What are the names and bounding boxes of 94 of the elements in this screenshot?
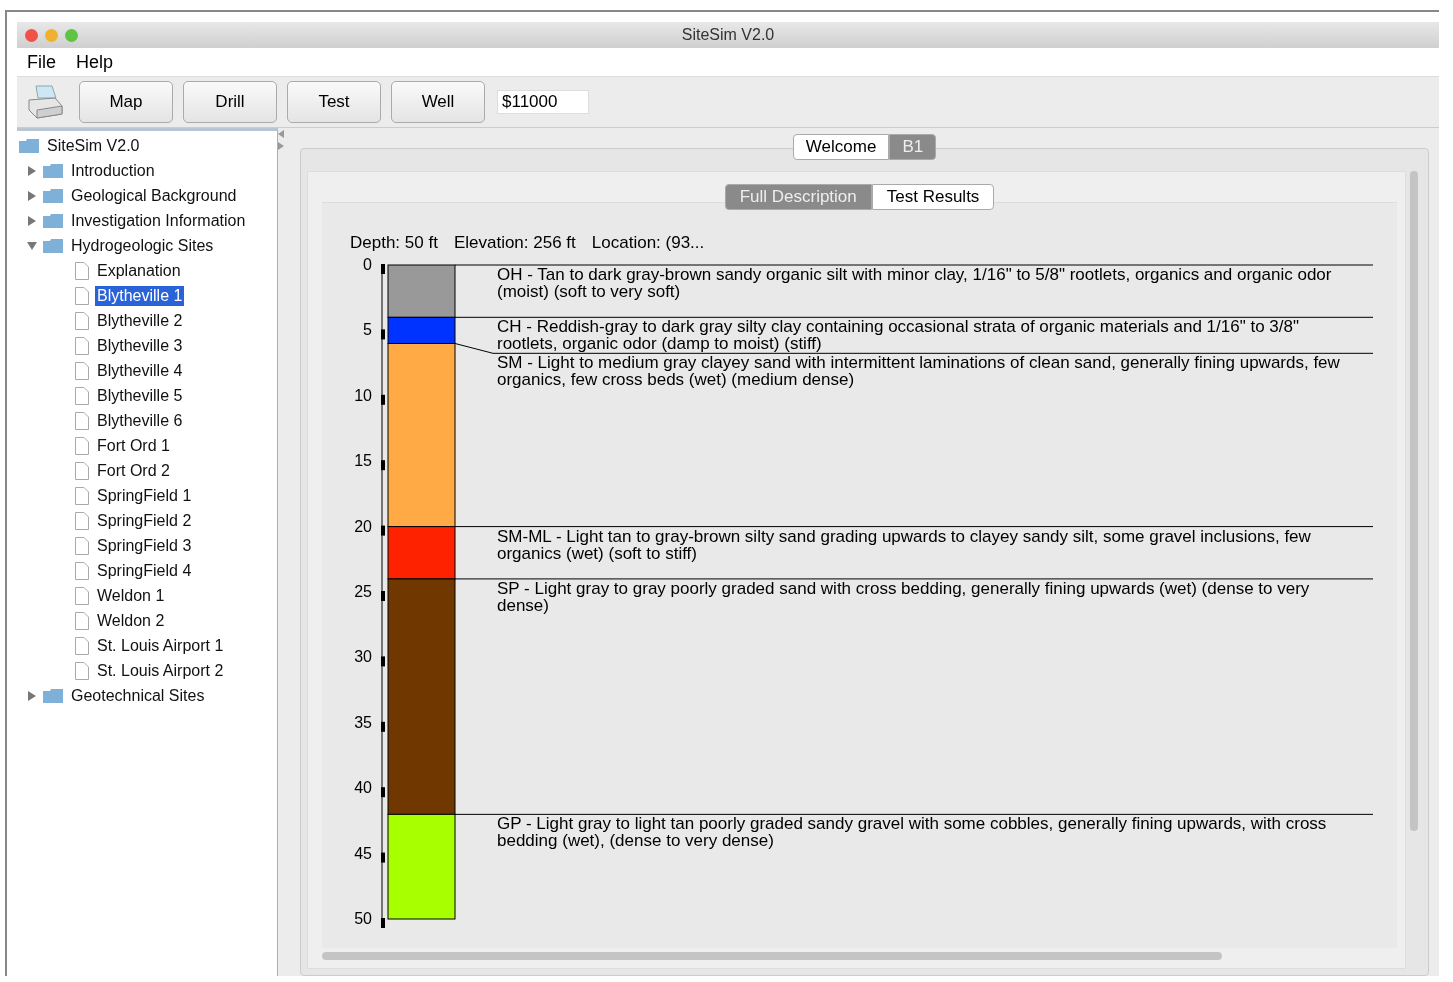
document-icon bbox=[75, 561, 89, 580]
tree-item[interactable]: Investigation Information bbox=[69, 210, 248, 231]
document-icon bbox=[75, 311, 89, 330]
document-icon bbox=[75, 486, 89, 505]
collapsed-arrow-icon[interactable] bbox=[27, 190, 37, 201]
depth-label: 30 bbox=[354, 648, 372, 666]
tree-item[interactable]: Explanation bbox=[95, 260, 183, 281]
close-button[interactable] bbox=[25, 28, 38, 42]
document-icon bbox=[75, 536, 89, 555]
tree-item[interactable]: Weldon 1 bbox=[95, 585, 167, 606]
tree-item[interactable]: Geological Background bbox=[69, 185, 239, 206]
tree-item[interactable]: Weldon 2 bbox=[95, 610, 167, 631]
boring-info: Depth: 50 ft bbox=[350, 233, 438, 253]
tab[interactable]: Test Results bbox=[871, 184, 995, 210]
toolbar-button[interactable]: Well bbox=[391, 81, 485, 123]
document-icon bbox=[75, 386, 89, 405]
tree-item[interactable]: SiteSim V2.0 bbox=[45, 135, 142, 156]
document-icon bbox=[75, 336, 89, 355]
scrollbar-thumb[interactable] bbox=[322, 952, 1222, 960]
menu-item[interactable]: Help bbox=[76, 51, 114, 73]
folder-icon bbox=[43, 688, 63, 703]
toolbar-button[interactable]: Drill bbox=[183, 81, 277, 123]
document-icon bbox=[75, 261, 89, 280]
document-icon bbox=[75, 461, 89, 480]
layer-description: SP - Light gray to gray poorly graded sand with cross bedding, generally fining upwards (wet) (dense to very dense) bbox=[497, 579, 1311, 614]
document-icon bbox=[75, 286, 89, 305]
document-icon bbox=[75, 436, 89, 455]
tree-item[interactable]: St. Louis Airport 2 bbox=[95, 660, 226, 681]
depth-label: 35 bbox=[354, 713, 372, 731]
tree-item[interactable]: Blytheville 1 bbox=[95, 285, 185, 306]
depth-label: 20 bbox=[354, 517, 372, 535]
toolbar-button[interactable]: Map bbox=[79, 81, 173, 123]
folder-icon bbox=[43, 238, 63, 253]
tree-item[interactable]: Blytheville 3 bbox=[95, 335, 185, 356]
tree-item[interactable]: SpringField 3 bbox=[95, 535, 194, 556]
folder-icon bbox=[43, 163, 63, 178]
document-icon bbox=[75, 586, 89, 605]
zoom-button[interactable] bbox=[65, 28, 78, 42]
leader-line bbox=[454, 578, 494, 580]
document-icon bbox=[75, 361, 89, 380]
splitter-arrows-icon[interactable] bbox=[278, 130, 286, 150]
collapsed-arrow-icon[interactable] bbox=[27, 690, 37, 701]
depth-label: 45 bbox=[354, 844, 372, 862]
tree-item[interactable]: Fort Ord 2 bbox=[95, 460, 172, 481]
collapsed-arrow-icon[interactable] bbox=[27, 165, 37, 176]
boring-info: Location: (93... bbox=[591, 233, 705, 253]
tree-item[interactable]: Blytheville 2 bbox=[95, 310, 185, 331]
document-icon bbox=[75, 661, 89, 680]
leader-line bbox=[454, 526, 494, 528]
minimize-button[interactable] bbox=[45, 28, 58, 42]
collapsed-arrow-icon[interactable] bbox=[27, 215, 37, 226]
folder-icon bbox=[19, 138, 39, 153]
depth-label: 15 bbox=[354, 452, 372, 470]
tree-item[interactable]: Fort Ord 1 bbox=[95, 435, 172, 456]
tab[interactable]: Welcome bbox=[792, 134, 890, 160]
folder-icon bbox=[43, 188, 63, 203]
budget-field[interactable]: $11000 bbox=[497, 90, 589, 114]
expanded-arrow-icon[interactable] bbox=[27, 240, 37, 251]
printer-icon[interactable] bbox=[25, 82, 65, 122]
tree-item[interactable]: SpringField 2 bbox=[95, 510, 194, 531]
folder-icon bbox=[43, 213, 63, 228]
depth-label: 0 bbox=[363, 257, 372, 273]
layer-description: SM-ML - Light tan to gray-brown silty sand grading upwards to clayey sandy silt, some gravel inclusions, few organics (wet) (soft to stiff) bbox=[497, 527, 1312, 562]
depth-label: 40 bbox=[354, 779, 372, 797]
scrollbar-thumb[interactable] bbox=[1410, 171, 1418, 831]
leader-line bbox=[454, 813, 494, 815]
document-icon bbox=[75, 611, 89, 630]
tree-item[interactable]: Geotechnical Sites bbox=[69, 685, 207, 706]
tree-item[interactable]: St. Louis Airport 1 bbox=[95, 635, 226, 656]
tree-item[interactable]: SpringField 4 bbox=[95, 560, 194, 581]
window-title: SiteSim V2.0 bbox=[681, 26, 775, 44]
depth-label: 10 bbox=[354, 386, 372, 404]
document-icon bbox=[75, 411, 89, 430]
leader-line bbox=[454, 343, 494, 354]
depth-label: 5 bbox=[363, 321, 372, 339]
layer-description: CH - Reddish-gray to dark gray silty clay containing occasional strata of organic materials and 1/16" to 3/8" rootlets, organic odor (damp to moist) (stiff) bbox=[497, 318, 1301, 353]
depth-label: 25 bbox=[354, 583, 372, 600]
layer-description: GP - Light gray to light tan poorly graded sandy gravel with some cobbles, generally fining upwards, with cross bedding (wet), (dense to very dense) bbox=[497, 815, 1328, 850]
tree-item[interactable]: Blytheville 4 bbox=[95, 360, 185, 381]
layer-description: OH - Tan to dark gray-brown sandy organic silt with minor clay, 1/16" to 5/8" rootlets, organics and organic odor (moist) (soft to very soft) bbox=[497, 266, 1333, 300]
leader-line bbox=[454, 316, 494, 318]
menu-item[interactable]: File bbox=[27, 51, 56, 73]
tree-item[interactable]: Hydrogeologic Sites bbox=[69, 235, 216, 256]
layer-description: SM - Light to medium gray clayey sand with intermittent laminations of clean sand, generally fining upwards, few organics, few cross beds (wet) (medium dense) bbox=[497, 354, 1341, 389]
document-icon bbox=[75, 636, 89, 655]
depth-label: 50 bbox=[354, 910, 372, 927]
tree-item[interactable]: Blytheville 5 bbox=[95, 385, 185, 406]
toolbar-button[interactable]: Test bbox=[287, 81, 381, 123]
tree-item[interactable]: Blytheville 6 bbox=[95, 410, 185, 431]
document-icon bbox=[75, 511, 89, 530]
leader-line bbox=[454, 264, 494, 266]
tree-item[interactable]: Introduction bbox=[69, 160, 157, 181]
tree-item[interactable]: SpringField 1 bbox=[95, 485, 194, 506]
boring-info: Elevation: 256 ft bbox=[453, 233, 576, 253]
